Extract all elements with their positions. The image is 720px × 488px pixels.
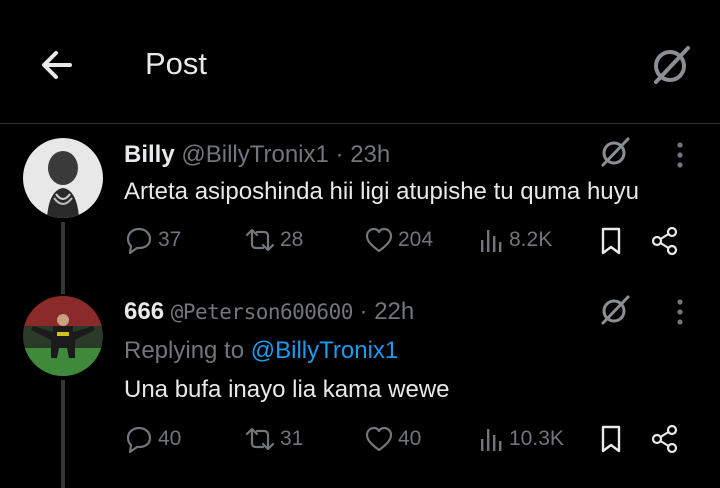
top-bar: Post — [0, 0, 720, 124]
author-handle[interactable]: @BillyTronix1 — [181, 141, 329, 168]
reply-icon — [126, 426, 152, 453]
post-header: Billy @BillyTronix1 · 23h — [124, 141, 390, 169]
author-handle[interactable]: @Peterson600600 — [171, 300, 354, 324]
views-icon — [481, 429, 502, 451]
post-time: · 23h — [335, 141, 391, 168]
avatar-billy[interactable] — [23, 138, 103, 218]
repost-count: 31 — [280, 427, 304, 450]
back-arrow-icon[interactable] — [36, 44, 78, 86]
reply-count: 40 — [158, 427, 182, 450]
repost-count: 28 — [280, 228, 304, 251]
share-icon[interactable] — [651, 226, 679, 256]
reply-count: 37 — [158, 228, 182, 251]
replying-to-label: Replying to — [124, 337, 245, 364]
post-header: 666 @Peterson600600 · 22h — [124, 298, 414, 326]
grok-icon[interactable] — [598, 293, 632, 327]
heart-icon — [365, 227, 393, 253]
repost-icon — [245, 228, 275, 252]
post-text: Arteta asiposhinda hii ligi atupishe tu … — [124, 178, 639, 205]
reply-icon — [126, 227, 152, 254]
reply-button[interactable]: 40 — [124, 425, 181, 453]
replying-to-handle[interactable]: @BillyTronix1 — [251, 337, 399, 364]
like-count: 40 — [398, 427, 422, 450]
grok-icon[interactable] — [598, 135, 632, 169]
bookmark-icon[interactable] — [598, 226, 624, 256]
reply-button[interactable]: 37 — [124, 226, 181, 254]
bookmark-icon[interactable] — [598, 424, 624, 454]
like-button[interactable]: 204 — [364, 226, 433, 254]
like-button[interactable]: 40 — [364, 425, 421, 453]
grok-icon[interactable] — [648, 42, 694, 88]
author-name[interactable]: 666 — [124, 298, 164, 325]
thread-line — [61, 222, 65, 294]
repost-button[interactable]: 28 — [244, 226, 303, 254]
like-count: 204 — [398, 228, 434, 251]
views-icon — [481, 230, 502, 252]
views-button[interactable]: 8.2K — [479, 226, 552, 254]
view-count: 8.2K — [509, 228, 553, 251]
thread-line — [61, 380, 65, 488]
more-vertical-icon[interactable] — [675, 297, 685, 327]
more-vertical-icon[interactable] — [675, 140, 685, 170]
share-icon[interactable] — [651, 424, 679, 454]
repost-button[interactable]: 31 — [244, 425, 303, 453]
post-text: Una bufa inayo lia kama wewe — [124, 376, 450, 403]
author-name[interactable]: Billy — [124, 141, 175, 168]
views-button[interactable]: 10.3K — [479, 425, 564, 453]
heart-icon — [365, 426, 393, 452]
page-title: Post — [145, 46, 208, 81]
replying-to: Replying to @BillyTronix1 — [124, 337, 398, 365]
repost-icon — [245, 427, 275, 451]
view-count: 10.3K — [509, 427, 564, 450]
avatar-666[interactable] — [23, 296, 103, 376]
post-time: · 22h — [359, 298, 415, 325]
